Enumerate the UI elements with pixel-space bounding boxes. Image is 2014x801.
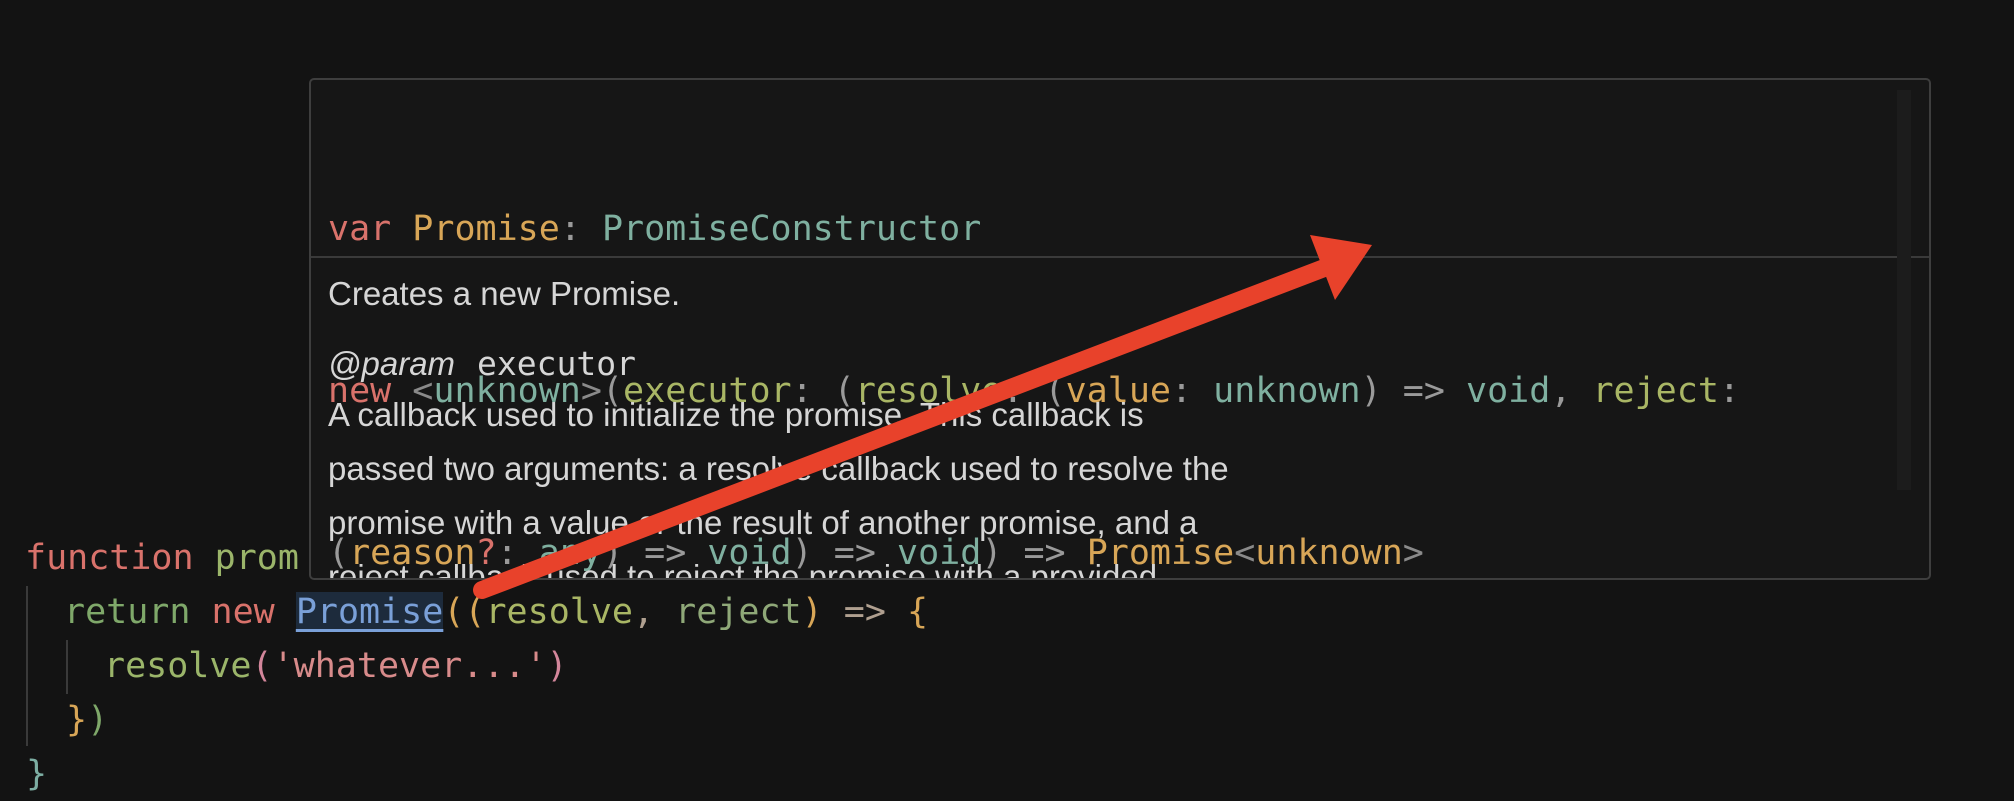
hover-signature: var Promise: PromiseConstructor new <unk… xyxy=(311,80,1929,573)
signature-line-1: var Promise: PromiseConstructor xyxy=(328,209,982,249)
promise-link[interactable]: Promise xyxy=(295,592,444,632)
indent-guide-outer xyxy=(26,586,28,746)
code-line-5[interactable]: } xyxy=(26,747,47,801)
doc-line: promise with a value or the result of an… xyxy=(328,504,1198,541)
param-reject: reject xyxy=(675,592,802,632)
doc-line: passed two arguments: a resolve callback… xyxy=(328,450,1229,487)
code-line-3[interactable]: resolve('whatever...') xyxy=(104,639,568,693)
keyword-return: return xyxy=(64,592,191,632)
hover-documentation: Creates a new Promise. @param executor A … xyxy=(311,258,1929,578)
code-line-1[interactable]: function prom xyxy=(25,531,299,585)
param-resolve: resolve xyxy=(485,592,633,632)
code-line-4[interactable]: }) xyxy=(66,693,108,747)
param-tag: @param xyxy=(328,345,456,382)
hover-scrollbar[interactable] xyxy=(1897,90,1911,490)
doc-summary: Creates a new Promise. xyxy=(328,275,681,312)
function-name: prom xyxy=(214,538,299,578)
hover-tooltip[interactable]: var Promise: PromiseConstructor new <unk… xyxy=(309,78,1931,580)
keyword-function: function xyxy=(25,538,194,578)
indent-guide-inner xyxy=(66,640,68,694)
keyword-new: new xyxy=(211,592,275,632)
string-literal: 'whatever...' xyxy=(272,646,547,686)
code-editor[interactable]: function prom return new Promise((resolv… xyxy=(0,0,2014,798)
param-name: executor xyxy=(477,344,636,383)
call-resolve: resolve xyxy=(104,646,252,686)
code-line-2[interactable]: return new Promise((resolve, reject) => … xyxy=(64,585,928,639)
